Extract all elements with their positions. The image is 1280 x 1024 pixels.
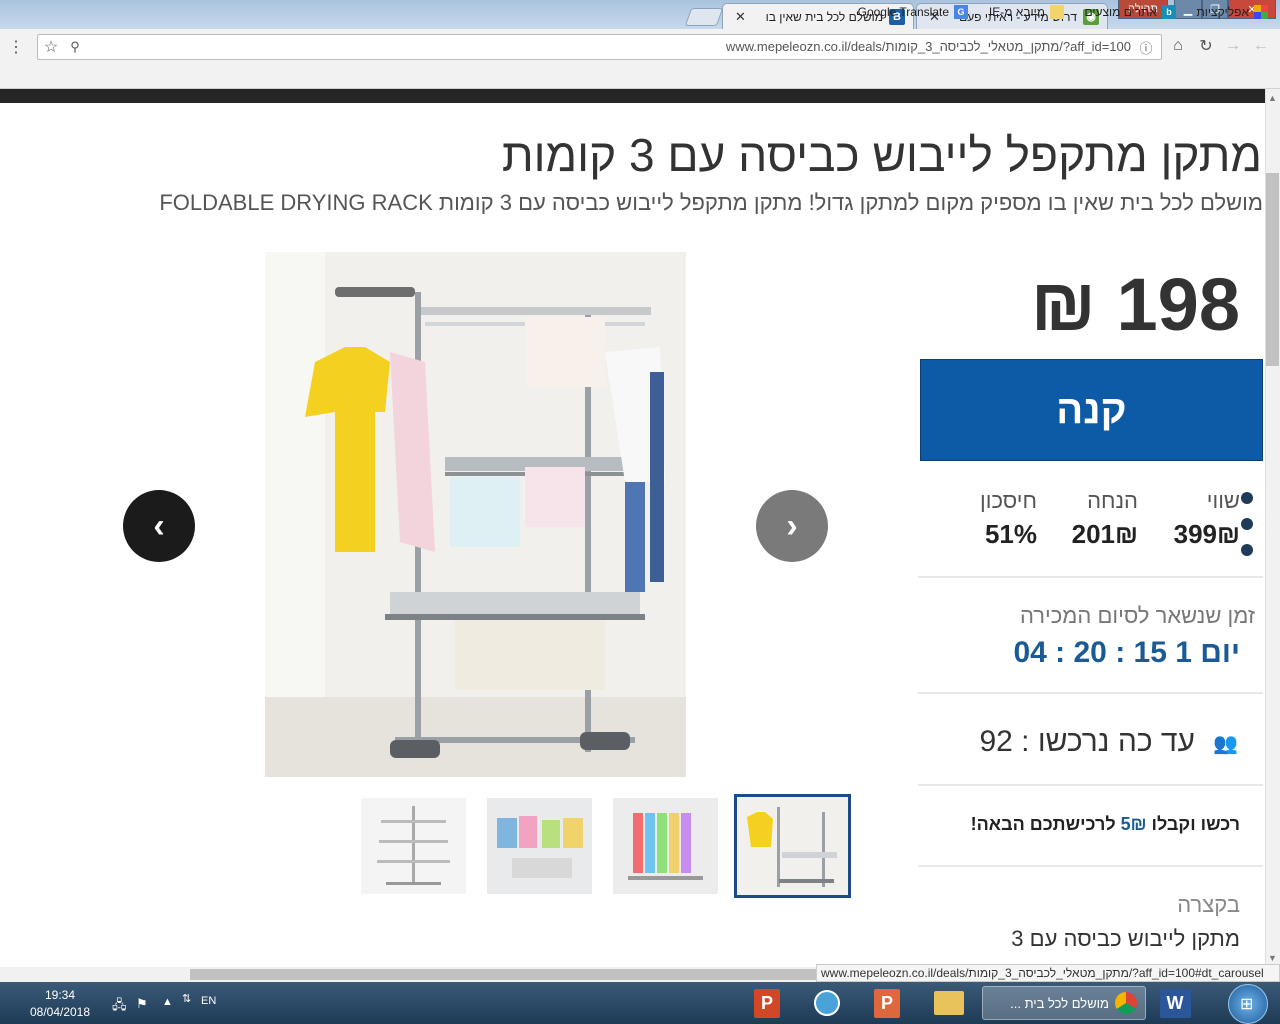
chevron-right-icon: ›: [786, 506, 798, 545]
bookmark-label: אפליקציות: [1196, 5, 1249, 19]
drying-rack-illustration: [265, 252, 686, 777]
address-bar[interactable]: ☆ ⚲ www.mepeleozn.co.il/deals/מתקן_מטאלי…: [37, 34, 1162, 60]
saving-label: חיסכון: [980, 488, 1037, 513]
taskbar-app-powerpoint-viewer[interactable]: P: [864, 986, 910, 1020]
product-thumbnail[interactable]: [613, 798, 718, 894]
clock-date: 08/04/2018: [29, 1005, 91, 1019]
divider: [918, 692, 1263, 694]
start-button[interactable]: ⊞: [1228, 984, 1268, 1024]
product-thumbnail[interactable]: [487, 798, 592, 894]
buy-button[interactable]: קנה: [920, 359, 1263, 461]
saving-amount: 51%: [984, 519, 1037, 549]
status-bar-url: www.mepeleozn.co.il/deals/מתקן_מטאלי_לכב…: [816, 964, 1280, 982]
reward-amount: 5₪: [1120, 814, 1147, 834]
active-window-label: מושלם לכל בית ...: [1010, 995, 1109, 1011]
summary-text: מתקן לייבוש כביסה עם 3: [1011, 926, 1240, 951]
bookmarks-bar: [0, 63, 1280, 89]
alarm-clock-icon: [814, 990, 840, 1016]
carousel-prev-button[interactable]: ‹: [123, 490, 195, 562]
home-icon[interactable]: ⌂: [1167, 35, 1189, 57]
product-thumbnail-active[interactable]: [734, 794, 851, 898]
bookmark-star-icon[interactable]: ☆: [40, 36, 62, 58]
vertical-scrollbar-thumb[interactable]: [1266, 173, 1279, 366]
reward-text: רכשו וקבלו 5₪ לרכישתכם הבאה!: [971, 814, 1240, 835]
reload-icon[interactable]: ↻: [1195, 35, 1217, 57]
bookmark-google-translate[interactable]: G Google Translate: [858, 5, 968, 19]
time-remaining-label: זמן שנשאר לסיום המכירה: [1020, 603, 1255, 628]
folder-icon: [1050, 5, 1064, 19]
scroll-up-arrow-icon[interactable]: ▲: [1268, 93, 1277, 103]
bookmark-label: מיובא מ-IE: [988, 5, 1045, 19]
buy-button-label: קנה: [1056, 387, 1127, 432]
show-hidden-icons-icon[interactable]: ▲: [162, 996, 173, 1008]
summary-label: בקצרה: [1177, 892, 1240, 917]
site-header-bar: [0, 89, 1265, 103]
menu-kebab-icon[interactable]: ⋮: [5, 36, 27, 58]
thumbnail-main-illustration: [737, 797, 848, 895]
word-icon: W: [1159, 988, 1191, 1018]
discount-label: הנחה: [1087, 488, 1138, 513]
discount-amount: 201₪: [1071, 519, 1138, 549]
back-icon[interactable]: ←: [1250, 35, 1272, 57]
chrome-icon: [1115, 992, 1137, 1014]
users-icon: 👥: [1213, 733, 1238, 755]
action-center-flag-icon[interactable]: ⚑: [136, 996, 148, 1012]
product-title: מתקן מתקפל לייבוש כביסה עם 3 קומות: [501, 129, 1262, 181]
bookmark-label: Google Translate: [857, 5, 949, 19]
bullet-dot-icon: [1241, 492, 1253, 504]
powerpoint-icon: P: [753, 988, 780, 1018]
taskbar-clock[interactable]: 19:34 08/04/2018: [20, 988, 100, 1019]
taskbar-active-chrome[interactable]: מושלם לכל בית ...: [982, 986, 1146, 1020]
countdown-timer: יום 1 15 : 20 : 04: [1013, 636, 1240, 669]
url-text: www.mepeleozn.co.il/deals/מתקן_מטאלי_לכב…: [725, 39, 1131, 54]
language-indicator[interactable]: EN: [201, 995, 216, 1007]
thumbnail-clothes-illustration: [497, 816, 583, 878]
product-price: 198 ₪: [1030, 263, 1240, 346]
bookmark-suggested-sites[interactable]: b אתרים מוצעים: [1084, 5, 1176, 19]
taskbar-app-powerpoint[interactable]: P: [744, 986, 790, 1020]
divider: [918, 865, 1263, 867]
taskbar-app-clock[interactable]: [804, 986, 850, 1020]
bookmark-label: אתרים מוצעים: [1084, 5, 1158, 19]
bullet-dot-icon: [1241, 544, 1253, 556]
product-thumbnail[interactable]: [361, 798, 466, 894]
divider: [918, 576, 1263, 578]
apps-grid-icon: [1254, 5, 1268, 19]
taskbar-app-explorer[interactable]: [926, 986, 972, 1020]
carousel-next-button[interactable]: ›: [756, 490, 828, 562]
reward-text-pre: רכשו וקבלו: [1146, 814, 1240, 834]
horizontal-scrollbar-thumb[interactable]: [190, 969, 840, 980]
bullet-dot-icon: [1241, 518, 1253, 530]
keyboard-layout-icon[interactable]: ⇅: [182, 992, 191, 1005]
forward-icon[interactable]: →: [1222, 35, 1244, 57]
folder-explorer-icon: [934, 991, 964, 1015]
chevron-left-icon: ‹: [153, 506, 165, 545]
bing-icon: b: [1162, 5, 1176, 19]
zoom-icon[interactable]: ⚲: [64, 36, 86, 58]
site-info-icon[interactable]: ⓘ: [1135, 36, 1157, 58]
product-subtitle: מושלם לכל בית שאין בו מספיק מקום למתקן ג…: [159, 190, 1263, 215]
taskbar-app-word[interactable]: W: [1152, 986, 1198, 1020]
scroll-down-arrow-icon[interactable]: ▼: [1268, 953, 1277, 963]
bookmark-apps[interactable]: אפליקציות: [1197, 5, 1268, 19]
value-amount: 399₪: [1173, 519, 1240, 549]
product-main-image: [265, 252, 686, 777]
thumbnail-colorful-illustration: [628, 813, 703, 880]
divider: [918, 784, 1263, 786]
bookmark-imported-ie[interactable]: מיובא מ-IE: [989, 5, 1064, 19]
thumbnail-rack-illustration: [377, 806, 450, 885]
windows-logo-icon: ⊞: [1240, 996, 1254, 1013]
close-tab-icon[interactable]: ✕: [735, 9, 746, 25]
value-label: שווי: [1206, 488, 1240, 513]
clock-time: 19:34: [44, 988, 76, 1002]
reward-text-post: לרכישתכם הבאה!: [970, 814, 1121, 834]
buyers-count: עד כה נרכשו : 92: [979, 725, 1195, 758]
powerpoint-viewer-icon: P: [873, 988, 900, 1018]
network-icon[interactable]: 🖧: [112, 996, 127, 1018]
translate-icon: G: [954, 5, 968, 19]
new-tab-button[interactable]: [684, 8, 724, 26]
